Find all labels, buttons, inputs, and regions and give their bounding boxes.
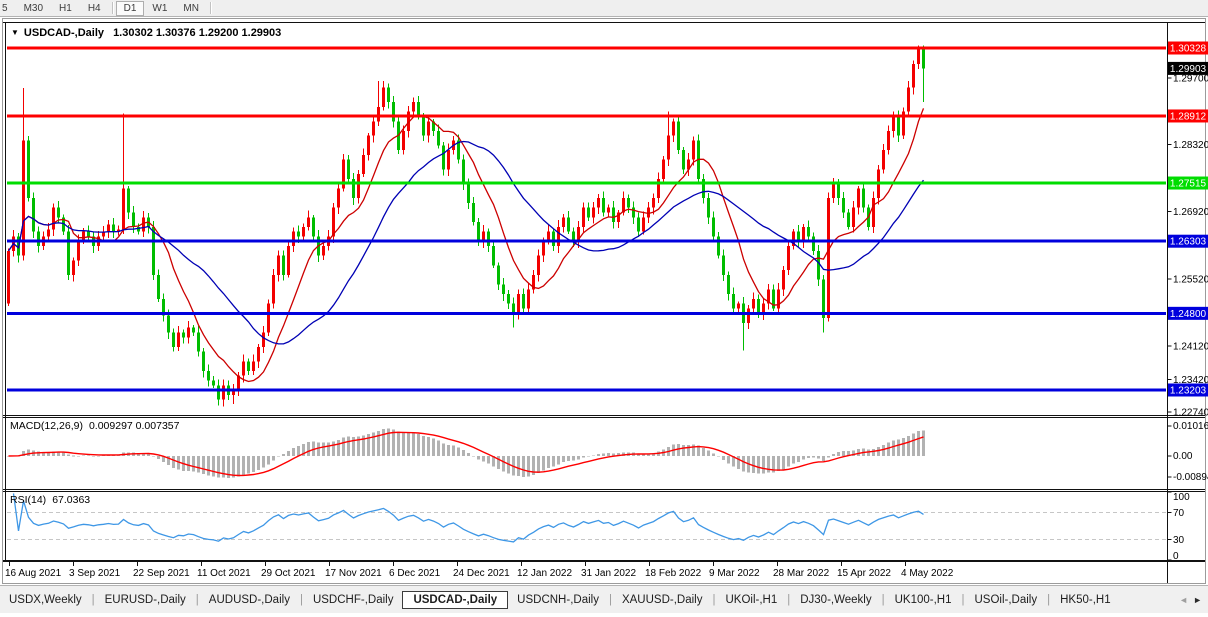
tab-dj30-weekly[interactable]: DJ30-,Weekly — [791, 591, 880, 609]
svg-text:1.23203: 1.23203 — [1170, 385, 1207, 396]
svg-text:1.29700: 1.29700 — [1173, 74, 1208, 85]
symbol-tab-bar: USDX,Weekly|EURUSD-,Daily|AUDUSD-,Daily|… — [0, 585, 1208, 613]
date-axis — [10, 562, 906, 566]
timeframe-button-mn[interactable]: MN — [175, 1, 207, 16]
toolbar-separator — [210, 2, 211, 14]
svg-text:1.28320: 1.28320 — [1173, 140, 1208, 151]
svg-text:3 Sep 2021: 3 Sep 2021 — [69, 568, 121, 579]
svg-text:29 Oct 2021: 29 Oct 2021 — [261, 568, 316, 579]
svg-text:31 Jan 2022: 31 Jan 2022 — [581, 568, 636, 579]
svg-text:0.010166: 0.010166 — [1173, 421, 1208, 432]
timeframe-button-d1[interactable]: D1 — [116, 1, 145, 16]
svg-text:15 Apr 2022: 15 Apr 2022 — [837, 568, 891, 579]
chart-title: ▼ USDCAD-,Daily 1.30302 1.30376 1.29200 1… — [11, 27, 281, 39]
svg-text:17 Nov 2021: 17 Nov 2021 — [325, 568, 382, 579]
tab-scroll-right-icon[interactable]: ► — [1193, 595, 1202, 605]
macd-values: 0.009297 0.007357 — [89, 420, 180, 432]
tab-audusd-daily[interactable]: AUDUSD-,Daily — [200, 591, 299, 609]
svg-text:11 Oct 2021: 11 Oct 2021 — [197, 568, 251, 579]
rsi-name: RSI(14) — [10, 494, 46, 506]
horizontal-levels-layer[interactable] — [7, 48, 1166, 390]
svg-text:6 Dec 2021: 6 Dec 2021 — [389, 568, 441, 579]
svg-text:22 Sep 2021: 22 Sep 2021 — [133, 568, 190, 579]
svg-text:1.27515: 1.27515 — [1170, 179, 1207, 190]
svg-text:9 Mar 2022: 9 Mar 2022 — [709, 568, 760, 579]
tab-uk100-h1[interactable]: UK100-,H1 — [886, 591, 961, 609]
tab-ukoil-h1[interactable]: UKOil-,H1 — [716, 591, 786, 609]
macd-label: MACD(12,26,9) 0.009297 0.007357 — [10, 420, 179, 432]
timeframe-button-m30[interactable]: M30 — [16, 1, 51, 16]
svg-text:-0.00894: -0.00894 — [1173, 472, 1208, 483]
tab-xauusd-daily[interactable]: XAUUSD-,Daily — [613, 591, 712, 609]
svg-text:1.24120: 1.24120 — [1173, 341, 1208, 352]
svg-text:1.22740: 1.22740 — [1173, 408, 1208, 419]
svg-text:28 Mar 2022: 28 Mar 2022 — [773, 568, 830, 579]
candles-layer — [7, 46, 925, 407]
mt4-window: { "toolbar": { "timeframes": ["5", "M30"… — [0, 0, 1208, 612]
macd-name: MACD(12,26,9) — [10, 420, 83, 432]
tab-usoil-daily[interactable]: USOil-,Daily — [966, 591, 1047, 609]
toolbar-separator — [112, 2, 113, 14]
svg-text:12 Jan 2022: 12 Jan 2022 — [517, 568, 572, 579]
svg-text:0.00: 0.00 — [1173, 451, 1193, 462]
timeframe-button-5[interactable]: 5 — [0, 1, 16, 16]
tab-eurusd-daily[interactable]: EURUSD-,Daily — [96, 591, 195, 609]
timeframe-button-h1[interactable]: H1 — [51, 1, 80, 16]
svg-text:1.25520: 1.25520 — [1173, 274, 1208, 285]
chart-canvas[interactable]: 1.297001.283201.269201.255201.241201.234… — [0, 0, 1208, 617]
ma-10-line — [9, 108, 924, 381]
svg-text:1.24800: 1.24800 — [1170, 309, 1207, 320]
svg-text:70: 70 — [1173, 508, 1185, 519]
svg-text:30: 30 — [1173, 535, 1185, 546]
timeframe-button-h4[interactable]: H4 — [80, 1, 109, 16]
rsi-value: 67.0363 — [52, 494, 90, 506]
svg-text:1.26920: 1.26920 — [1173, 207, 1208, 218]
tab-usdx-weekly[interactable]: USDX,Weekly — [0, 591, 91, 609]
rsi-label: RSI(14) 67.0363 — [10, 494, 90, 506]
rsi-line — [14, 493, 924, 542]
svg-text:4 May 2022: 4 May 2022 — [901, 568, 954, 579]
tab-usdcnh-daily[interactable]: USDCNH-,Daily — [508, 591, 608, 609]
svg-text:1.26303: 1.26303 — [1170, 237, 1207, 248]
collapse-arrow-icon[interactable]: ▼ — [11, 28, 19, 37]
svg-text:1.29903: 1.29903 — [1170, 64, 1207, 75]
tab-usdcad-daily[interactable]: USDCAD-,Daily — [402, 591, 508, 609]
timeframe-button-w1[interactable]: W1 — [144, 1, 175, 16]
macd-signal-line — [9, 432, 924, 475]
svg-text:100: 100 — [1173, 492, 1190, 503]
tab-hk50-h1[interactable]: HK50-,H1 — [1051, 591, 1120, 609]
tab-usdchf-daily[interactable]: USDCHF-,Daily — [304, 591, 403, 609]
timeframe-toolbar: 5M30H1H4 D1W1MN — [0, 0, 1208, 17]
svg-text:18 Feb 2022: 18 Feb 2022 — [645, 568, 702, 579]
svg-text:1.28912: 1.28912 — [1170, 111, 1207, 122]
chart-frame — [3, 19, 1206, 584]
chart-symbol-label: USDCAD-,Daily — [24, 27, 104, 39]
chart-ohlc-values: 1.30302 1.30376 1.29200 1.29903 — [113, 27, 281, 39]
svg-text:0: 0 — [1173, 551, 1179, 562]
svg-text:24 Dec 2021: 24 Dec 2021 — [453, 568, 510, 579]
tab-scroll-left-icon[interactable]: ◄ — [1179, 595, 1188, 605]
tab-scroll-arrows: ◄► — [1179, 595, 1202, 605]
svg-text:1.30328: 1.30328 — [1170, 44, 1207, 55]
svg-text:16 Aug 2021: 16 Aug 2021 — [5, 568, 62, 579]
